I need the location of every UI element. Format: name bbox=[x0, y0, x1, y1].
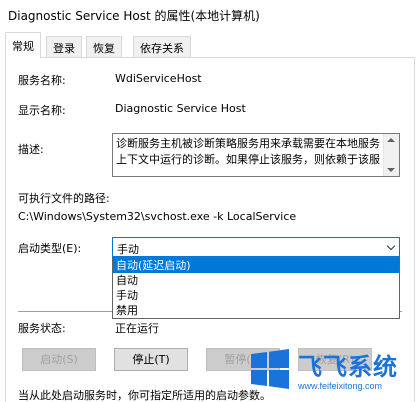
scroll-down-icon[interactable] bbox=[387, 168, 395, 172]
tab-dependencies[interactable]: 依存关系 bbox=[133, 36, 191, 57]
service-name-label: 服务名称: bbox=[18, 74, 66, 87]
chevron-down-icon[interactable] bbox=[386, 241, 396, 251]
description-box[interactable]: 诊断服务主机被诊断策略服务用来承载需要在本地服务上下文中运行的诊断。如果停止该服… bbox=[112, 133, 400, 177]
startup-option-disabled[interactable]: 禁用 bbox=[113, 303, 399, 318]
service-status-label: 服务状态: bbox=[18, 322, 66, 335]
footer-hint: 当从此处启动服务时，你可指定所适用的启动参数。 bbox=[18, 389, 271, 402]
exe-path-value: C:\Windows\System32\svchost.exe -k Local… bbox=[18, 210, 297, 223]
watermark-title: 飞飞系统 bbox=[298, 353, 398, 381]
exe-path-label: 可执行文件的路径: bbox=[18, 192, 110, 205]
title-bar: Diagnostic Service Host 的属性(本地计算机) bbox=[0, 0, 420, 30]
startup-option-auto[interactable]: 自动 bbox=[113, 273, 399, 288]
tab-recovery[interactable]: 恢复 bbox=[86, 36, 122, 57]
watermark-url: www.feifeixitong.com bbox=[298, 381, 383, 391]
startup-type-dropdown: 自动(延迟启动) 自动 手动 禁用 bbox=[112, 257, 400, 319]
startup-option-auto-delayed[interactable]: 自动(延迟启动) bbox=[113, 258, 399, 273]
description-label: 描述: bbox=[18, 143, 44, 156]
description-text: 诊断服务主机被诊断策略服务用来承载需要在本地服务上下文中运行的诊断。如果停止该服… bbox=[116, 137, 380, 166]
start-button[interactable]: 启动(S) bbox=[22, 348, 96, 371]
description-scrollbar[interactable] bbox=[383, 134, 399, 176]
windows-logo-icon bbox=[251, 349, 289, 389]
startup-type-label: 启动类型(E): bbox=[18, 242, 82, 255]
tab-general[interactable]: 常规 bbox=[5, 32, 41, 58]
window-title: Diagnostic Service Host 的属性(本地计算机) bbox=[8, 9, 260, 23]
site-watermark: 飞飞系统 www.feifeixitong.com bbox=[248, 345, 416, 399]
service-name-value: WdiServiceHost bbox=[115, 72, 202, 85]
tab-logon[interactable]: 登录 bbox=[46, 36, 82, 57]
scroll-up-icon[interactable] bbox=[387, 138, 395, 142]
startup-type-select[interactable]: 手动 bbox=[112, 237, 400, 257]
tab-strip: 常规 登录 恢复 依存关系 bbox=[0, 30, 420, 58]
stop-button[interactable]: 停止(T) bbox=[114, 348, 188, 371]
display-name-value: Diagnostic Service Host bbox=[115, 102, 246, 115]
startup-option-manual[interactable]: 手动 bbox=[113, 288, 399, 303]
service-status-value: 正在运行 bbox=[115, 322, 159, 335]
display-name-label: 显示名称: bbox=[18, 104, 66, 117]
startup-type-value: 手动 bbox=[117, 243, 139, 256]
